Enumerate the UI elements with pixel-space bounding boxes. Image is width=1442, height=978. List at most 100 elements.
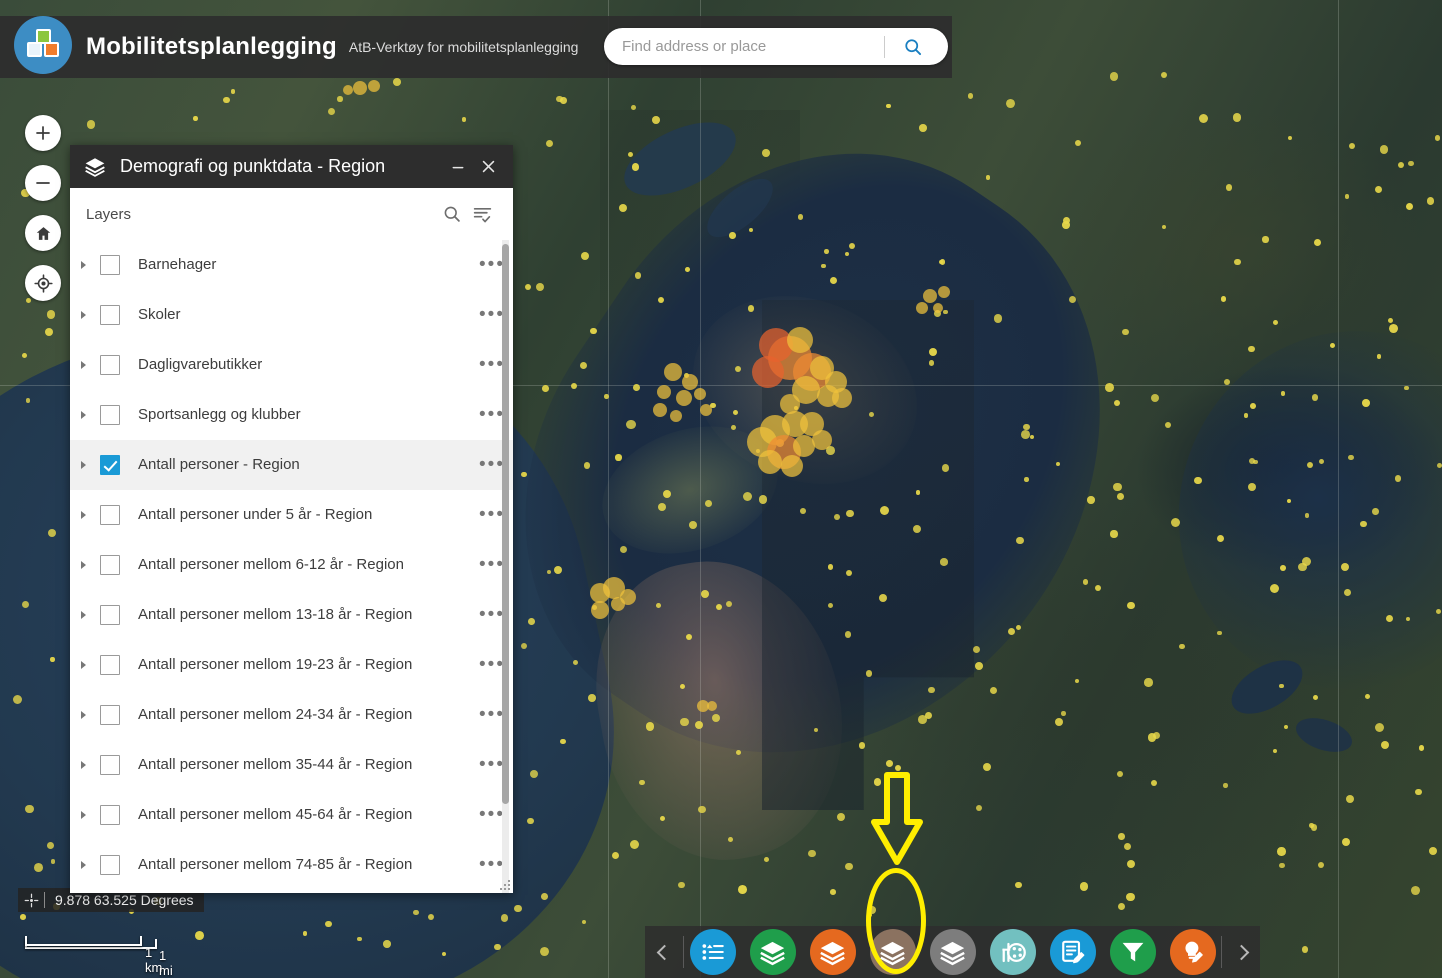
map-point-symbol[interactable]	[587, 694, 596, 703]
layer-visibility-checkbox[interactable]	[100, 255, 120, 275]
map-point-symbol[interactable]	[47, 528, 57, 538]
map-point-symbol[interactable]	[1415, 789, 1422, 796]
map-point-symbol[interactable]	[631, 163, 639, 171]
toolbar-button-legend[interactable]	[689, 929, 736, 975]
expand-caret-icon[interactable]	[70, 861, 96, 869]
map-point-symbol[interactable]	[829, 276, 838, 284]
layer-row[interactable]: Antall personer mellom 19-23 år - Region…	[70, 640, 513, 690]
map-point-symbol[interactable]	[343, 85, 353, 95]
map-point-symbol[interactable]	[514, 904, 522, 913]
map-point-symbol[interactable]	[13, 694, 23, 704]
layer-row[interactable]: Antall personer mellom 6-12 år - Region •…	[70, 540, 513, 590]
map-point-symbol[interactable]	[832, 388, 852, 408]
map-point-symbol[interactable]	[1379, 145, 1389, 154]
map-point-symbol[interactable]	[820, 263, 826, 269]
map-point-symbol[interactable]	[940, 259, 946, 265]
map-point-symbol[interactable]	[1223, 379, 1230, 386]
map-point-symbol[interactable]	[1348, 454, 1354, 461]
map-point-symbol[interactable]	[845, 631, 852, 638]
map-point-symbol[interactable]	[1312, 694, 1318, 701]
map-point-symbol[interactable]	[44, 328, 54, 337]
map-point-symbol[interactable]	[651, 115, 660, 124]
map-point-symbol[interactable]	[682, 374, 698, 390]
map-point-symbol[interactable]	[1005, 98, 1015, 108]
map-point-symbol[interactable]	[986, 175, 991, 180]
map-point-symbol[interactable]	[827, 602, 834, 608]
map-point-symbol[interactable]	[919, 124, 927, 132]
toolbar-button-edit-form[interactable]	[1049, 929, 1096, 975]
map-point-symbol[interactable]	[700, 404, 712, 416]
map-point-symbol[interactable]	[25, 805, 34, 814]
map-point-symbol[interactable]	[679, 683, 685, 690]
map-point-symbol[interactable]	[747, 305, 755, 312]
map-point-symbol[interactable]	[1372, 508, 1379, 515]
map-point-symbol[interactable]	[1151, 393, 1160, 402]
map-point-symbol[interactable]	[1122, 328, 1129, 335]
map-point-symbol[interactable]	[1279, 862, 1285, 869]
map-point-symbol[interactable]	[1217, 630, 1223, 636]
map-point-symbol[interactable]	[762, 149, 770, 158]
map-point-symbol[interactable]	[1074, 139, 1081, 146]
map-point-symbol[interactable]	[1087, 496, 1095, 504]
map-point-symbol[interactable]	[758, 450, 782, 474]
map-point-symbol[interactable]	[494, 943, 501, 950]
map-point-symbol[interactable]	[833, 514, 840, 521]
map-point-symbol[interactable]	[678, 881, 685, 889]
map-point-symbol[interactable]	[928, 360, 935, 366]
map-point-symbol[interactable]	[1123, 842, 1131, 850]
home-button[interactable]	[25, 215, 61, 251]
map-point-symbol[interactable]	[1248, 345, 1255, 353]
map-point-symbol[interactable]	[353, 81, 367, 95]
map-point-symbol[interactable]	[918, 715, 927, 724]
map-point-symbol[interactable]	[1110, 530, 1118, 538]
map-point-symbol[interactable]	[943, 309, 948, 315]
map-point-symbol[interactable]	[1344, 194, 1350, 199]
layer-search-button[interactable]	[437, 199, 467, 229]
map-point-symbol[interactable]	[886, 103, 891, 109]
map-point-symbol[interactable]	[337, 96, 343, 102]
map-point-symbol[interactable]	[524, 283, 531, 290]
map-point-symbol[interactable]	[193, 115, 198, 121]
map-point-symbol[interactable]	[688, 521, 697, 530]
layer-visibility-checkbox[interactable]	[100, 405, 120, 425]
map-point-symbol[interactable]	[618, 204, 627, 213]
layer-visibility-checkbox[interactable]	[100, 355, 120, 375]
map-point-symbol[interactable]	[1151, 779, 1158, 786]
map-point-symbol[interactable]	[1403, 385, 1409, 391]
map-point-symbol[interactable]	[26, 297, 31, 303]
map-point-symbol[interactable]	[1007, 628, 1015, 636]
map-point-symbol[interactable]	[933, 303, 943, 313]
layer-visibility-checkbox[interactable]	[100, 305, 120, 325]
toolbar-button-layer-list-green[interactable]	[749, 929, 796, 975]
map-point-symbol[interactable]	[676, 390, 692, 406]
map-point-symbol[interactable]	[657, 385, 671, 399]
map-point-symbol[interactable]	[1232, 113, 1242, 122]
layer-row[interactable]: Antall personer - Region •••	[70, 440, 513, 490]
map-point-symbol[interactable]	[1365, 694, 1371, 699]
layer-visibility-checkbox[interactable]	[100, 505, 120, 525]
layer-list-scrollbar-thumb[interactable]	[502, 244, 509, 804]
map-point-symbol[interactable]	[967, 93, 973, 99]
map-point-symbol[interactable]	[1348, 143, 1356, 150]
map-point-symbol[interactable]	[698, 805, 706, 814]
layer-visibility-checkbox[interactable]	[100, 855, 120, 875]
map-point-symbol[interactable]	[34, 863, 44, 872]
map-point-symbol[interactable]	[1117, 903, 1125, 911]
map-point-symbol[interactable]	[659, 816, 665, 822]
map-point-symbol[interactable]	[500, 914, 509, 922]
map-point-symbol[interactable]	[1418, 745, 1425, 751]
close-button[interactable]	[473, 152, 503, 182]
map-point-symbol[interactable]	[583, 462, 591, 469]
toolbar-next-button[interactable]	[1222, 926, 1260, 978]
map-point-symbol[interactable]	[1225, 184, 1233, 191]
map-point-symbol[interactable]	[886, 759, 894, 767]
layer-visibility-checkbox[interactable]	[100, 705, 120, 725]
zoom-in-button[interactable]	[25, 115, 61, 151]
map-point-symbol[interactable]	[1194, 476, 1202, 485]
map-point-symbol[interactable]	[873, 777, 882, 786]
map-point-symbol[interactable]	[1311, 393, 1319, 401]
map-point-symbol[interactable]	[1024, 477, 1029, 482]
map-point-symbol[interactable]	[615, 454, 622, 461]
expand-caret-icon[interactable]	[70, 261, 96, 269]
toolbar-button-layer-list-brown[interactable]	[869, 929, 916, 975]
